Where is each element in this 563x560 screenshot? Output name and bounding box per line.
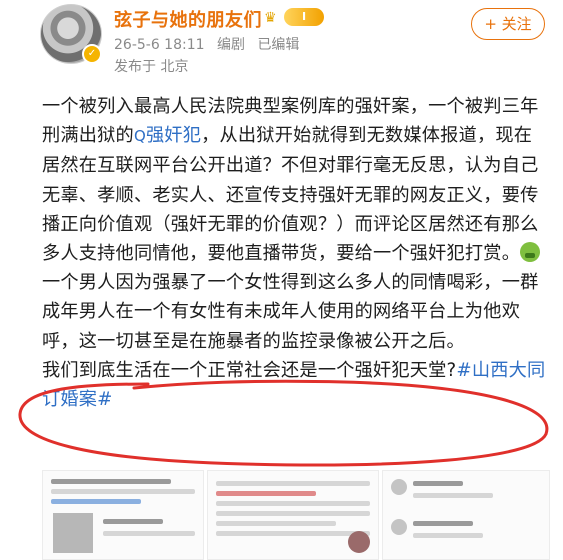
crown-icon: ♛ bbox=[264, 10, 277, 26]
nauseated-emoji-icon bbox=[520, 242, 541, 263]
attached-images[interactable] bbox=[42, 470, 550, 560]
follow-button[interactable]: + 关注 bbox=[471, 8, 545, 40]
keyword-link[interactable]: 强奸犯 bbox=[146, 125, 201, 146]
attached-image-1[interactable] bbox=[42, 470, 204, 560]
post-location: 发布于 北京 bbox=[114, 59, 189, 75]
attached-image-2[interactable] bbox=[207, 470, 379, 560]
search-icon: Q bbox=[133, 127, 146, 146]
post-paragraph-1: 一个被列入最高人民法院典型案例库的强奸案，一个被判三年刑满出狱的Q强奸犯，从出狱… bbox=[42, 96, 541, 265]
username[interactable]: 弦子与她的朋友们 bbox=[114, 6, 262, 32]
attached-image-3[interactable] bbox=[382, 470, 550, 560]
level-badge: I bbox=[284, 8, 324, 26]
verified-badge-icon: ✓ bbox=[82, 44, 102, 64]
timestamp: 26-5-6 18:11 bbox=[114, 37, 205, 53]
post-meta: 26-5-6 18:11 编剧 已编辑 bbox=[114, 34, 307, 54]
hand-drawn-annotation-ring bbox=[18, 379, 549, 467]
edited-label[interactable]: 已编辑 bbox=[257, 37, 299, 53]
edit-label: 编剧 bbox=[216, 37, 245, 53]
post-body: 一个被列入最高人民法院典型案例库的强奸案，一个被判三年刑满出狱的Q强奸犯，从出狱… bbox=[42, 92, 547, 414]
post-paragraph-2: 一个男人因为强暴了一个女性得到这么多人的同情喝彩，一群成年男人在一个有女性有未成… bbox=[42, 272, 539, 352]
